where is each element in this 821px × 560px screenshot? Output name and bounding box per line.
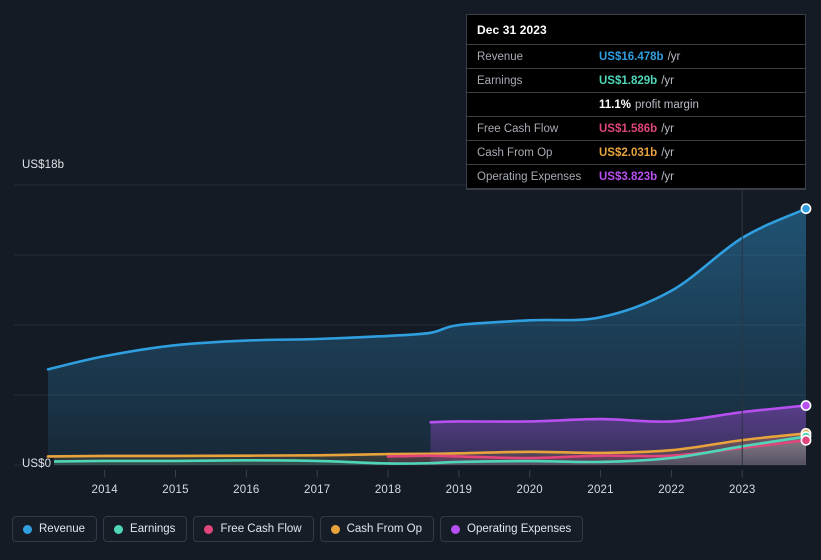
tooltip-row: Earnings US$1.829b/yr (467, 68, 805, 92)
legend-item-label: Free Cash Flow (220, 523, 302, 535)
tooltip-rows: Revenue US$16.478b/yr Earnings US$1.829b/yr… (467, 44, 805, 189)
legend-item-cash-from-op[interactable]: Cash From Op (319, 516, 435, 542)
tooltip-row-value: US$1.586b (599, 122, 658, 135)
legend-item-free-cash-flow[interactable]: Free Cash Flow (193, 516, 314, 542)
x-axis-labels: 2014 2015 2016 2017 2018 2019 2020 2021 2022 2023 (0, 484, 821, 504)
legend-color-dot-icon (451, 524, 461, 534)
tooltip-row-unit: /yr (667, 50, 681, 63)
legend-item-operating-expenses[interactable]: Operating Expenses (440, 516, 584, 542)
tooltip-row-value: US$1.829b (599, 74, 658, 87)
x-axis-tick-2019: 2019 (445, 484, 473, 496)
tooltip-row: Free Cash Flow US$1.586b/yr (467, 116, 805, 140)
legend-item-label: Earnings (130, 523, 176, 535)
tooltip-row-label: Earnings (477, 74, 523, 87)
data-tooltip[interactable]: Dec 31 2023 Revenue US$16.478b/yr Earnings… (466, 14, 806, 190)
tooltip-row-value: US$2.031b (599, 146, 658, 159)
axis-ticks (104, 470, 743, 477)
x-axis-tick-2021: 2021 (587, 484, 614, 496)
y-axis-zero-label: US$0 (22, 458, 55, 470)
x-axis-tick-2023: 2023 (729, 484, 756, 496)
legend-item-revenue[interactable]: Revenue (12, 516, 98, 542)
tooltip-row-label: Cash From Op (477, 146, 553, 159)
tooltip-row: Operating Expenses US$3.823b/yr (467, 164, 805, 189)
tooltip-date: Dec 31 2023 (477, 23, 547, 37)
legend-color-dot-icon (114, 524, 124, 534)
legend-item-earnings[interactable]: Earnings (103, 516, 188, 542)
tooltip-row: 11.1% profit margin (467, 92, 805, 116)
legend-item-label: Revenue (39, 523, 86, 535)
x-axis-tick-2017: 2017 (303, 484, 331, 496)
tooltip-row-value: US$16.478b (599, 50, 664, 63)
legend-item-label: Operating Expenses (467, 523, 572, 535)
tooltip-row-label: Free Cash Flow (477, 122, 559, 135)
tooltip-row-unit: /yr (661, 170, 674, 183)
tooltip-row: Cash From Op US$2.031b/yr (467, 140, 805, 164)
chart-legend[interactable]: Revenue Earnings Free Cash Flow Cash From O… (12, 516, 584, 542)
legend-color-dot-icon (204, 524, 214, 534)
legend-color-dot-icon (23, 524, 32, 534)
tooltip-row-label: Operating Expenses (477, 170, 582, 183)
tooltip-row-label: Revenue (477, 50, 524, 63)
x-axis-tick-2014: 2014 (91, 484, 118, 496)
x-axis-tick-2022: 2022 (658, 484, 685, 496)
x-axis-tick-2015: 2015 (162, 484, 189, 496)
x-axis-tick-2018: 2018 (374, 484, 402, 496)
tooltip-row-value: US$3.823b (599, 170, 658, 183)
tooltip-row-unit: /yr (661, 122, 674, 135)
x-axis-tick-2020: 2020 (516, 484, 543, 496)
y-axis-top-label: US$18b (22, 159, 68, 171)
tooltip-row-value: 11.1% (599, 98, 631, 111)
financial-chart[interactable]: US$18b US$0 2014 2015 2016 2017 2018 2019 2020… (0, 0, 821, 505)
legend-color-dot-icon (330, 524, 340, 534)
legend-item-label: Cash From Op (346, 523, 423, 535)
tooltip-row: Revenue US$16.478b/yr (467, 44, 805, 68)
tooltip-row-unit: profit margin (634, 98, 699, 111)
tooltip-row-unit: /yr (661, 74, 674, 87)
series-areas (48, 208, 806, 465)
x-axis-tick-2016: 2016 (233, 484, 260, 496)
tooltip-row-unit: /yr (661, 146, 674, 159)
